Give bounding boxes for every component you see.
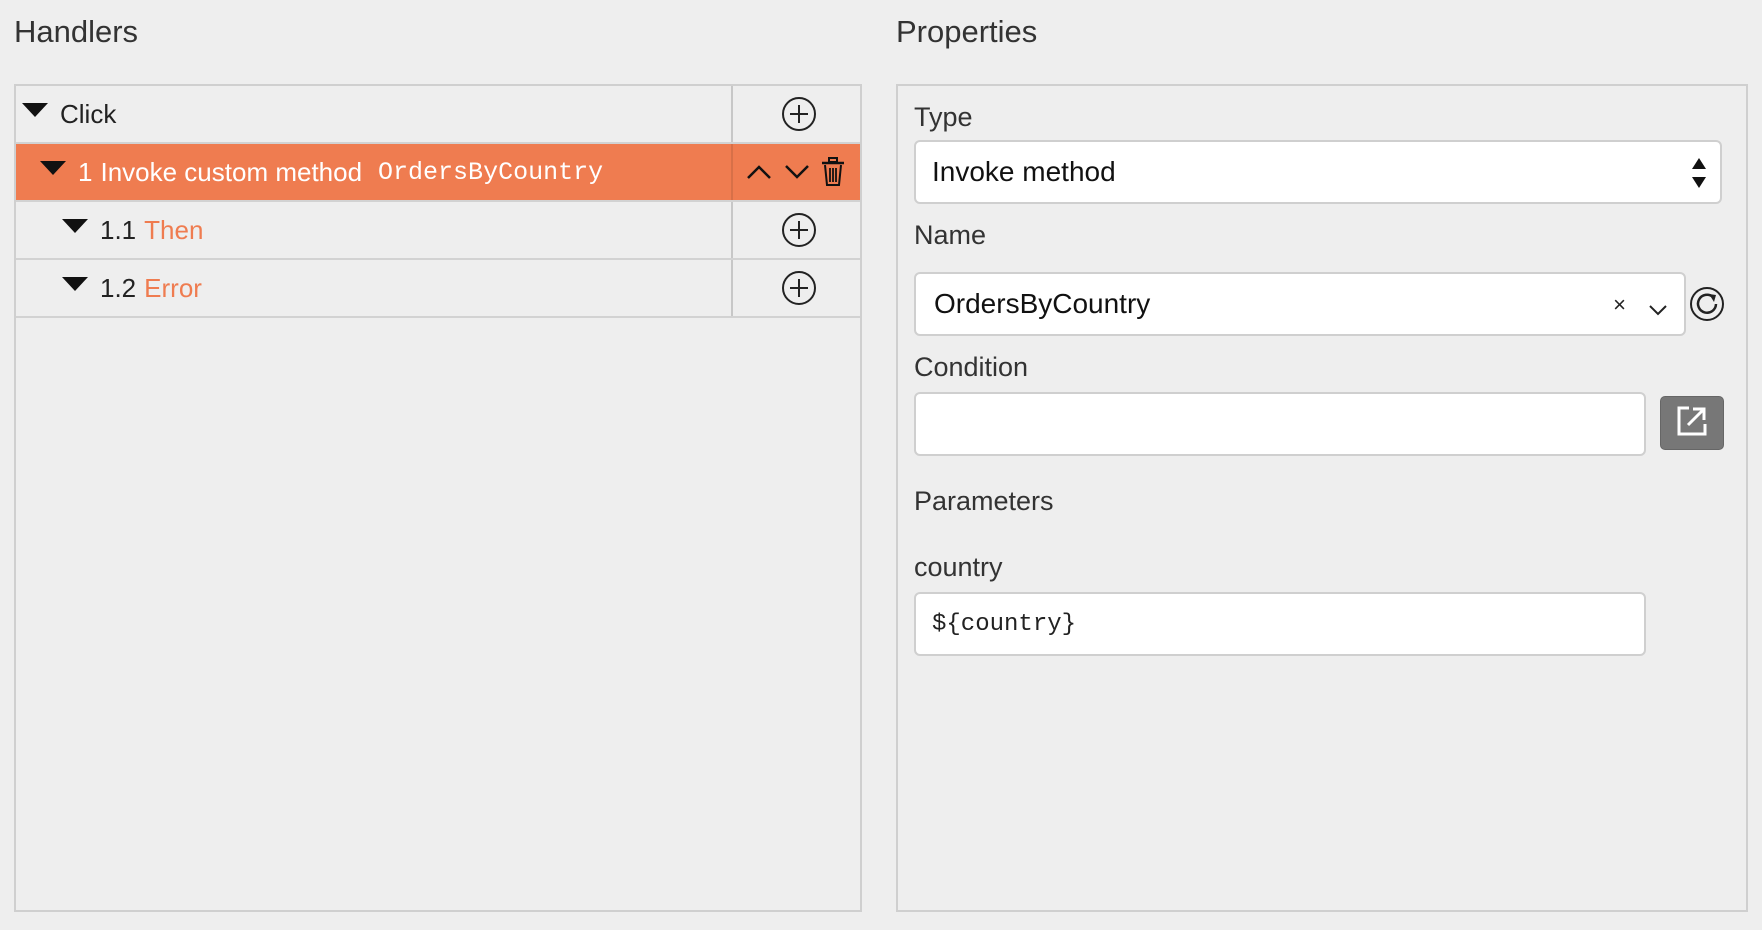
row-label: 1.2 Error (16, 273, 202, 304)
chevron-down-icon[interactable] (1648, 292, 1668, 324)
name-label: Name (914, 220, 987, 250)
row-number: 1.1 (100, 214, 137, 245)
row-label: 1.1 Then (16, 215, 203, 246)
row-actions (731, 260, 864, 316)
collapse-caret-icon[interactable] (62, 219, 88, 233)
action-label: Invoke custom method (100, 156, 363, 187)
row-label: 1 Invoke custom method OrdersByCountry (16, 157, 603, 188)
condition-input[interactable] (914, 392, 1646, 456)
parameter-name-label: country (914, 552, 1003, 582)
condition-label: Condition (914, 352, 1029, 382)
type-select-value: Invoke method (932, 156, 1116, 187)
properties-title: Properties (896, 14, 1038, 49)
row-number: 1 (78, 156, 93, 187)
add-handler-button[interactable] (781, 97, 816, 131)
tree-row-click[interactable]: Click (16, 86, 860, 144)
row-actions (731, 202, 864, 258)
name-combobox-value: OrdersByCountry (934, 288, 1151, 319)
event-label: Click (60, 98, 117, 129)
parameter-country-input[interactable]: ${country} (914, 592, 1646, 656)
collapse-caret-icon[interactable] (62, 277, 88, 291)
move-up-icon[interactable] (745, 162, 773, 182)
handlers-panel: Click 1 Invoke custom method OrdersByCou… (14, 84, 862, 912)
refresh-icon[interactable] (1689, 286, 1725, 327)
row-actions (731, 86, 864, 142)
external-link-icon (1675, 404, 1709, 443)
method-name: OrdersByCountry (378, 157, 604, 187)
add-handler-button[interactable] (781, 271, 816, 305)
properties-panel: Type Invoke method Name OrdersByCountry … (896, 84, 1748, 912)
handlers-title: Handlers (14, 14, 139, 49)
collapse-caret-icon[interactable] (22, 103, 48, 117)
move-down-icon[interactable] (783, 162, 811, 182)
add-handler-button[interactable] (781, 213, 816, 247)
branch-label: Then (144, 214, 204, 245)
tree-row-invoke[interactable]: 1 Invoke custom method OrdersByCountry (16, 144, 860, 202)
tree-row-then[interactable]: 1.1 Then (16, 202, 860, 260)
collapse-caret-icon[interactable] (40, 161, 66, 175)
parameters-label: Parameters (914, 486, 1054, 516)
row-number: 1.2 (100, 272, 137, 303)
open-expression-editor-button[interactable] (1660, 396, 1724, 450)
type-label: Type (914, 102, 973, 132)
tree-row-error[interactable]: 1.2 Error (16, 260, 860, 318)
delete-trash-icon[interactable] (821, 157, 845, 187)
select-arrows-icon (1692, 158, 1708, 188)
row-actions (731, 144, 864, 200)
name-combobox[interactable]: OrdersByCountry × (914, 272, 1686, 336)
clear-icon[interactable]: × (1613, 292, 1626, 318)
type-select[interactable]: Invoke method (914, 140, 1722, 204)
row-label: Click (16, 99, 116, 130)
branch-label: Error (144, 272, 202, 303)
